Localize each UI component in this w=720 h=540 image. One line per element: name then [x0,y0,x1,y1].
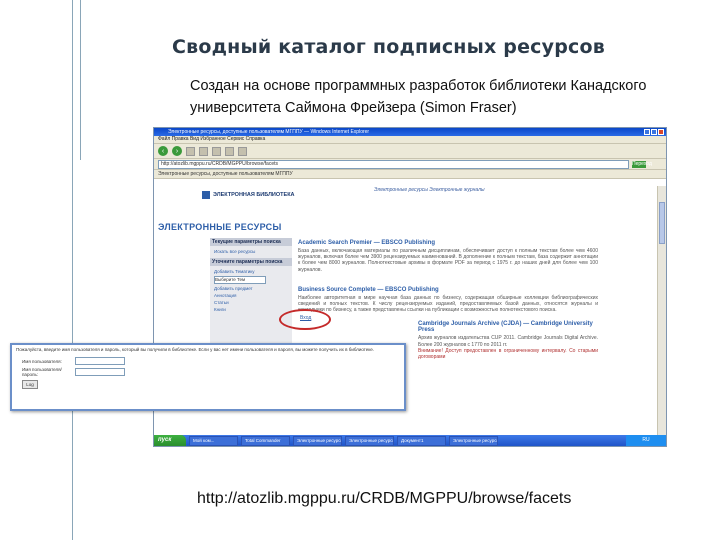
address-bar: http://atozlib.mgppu.ru/CRDB/MGPPU/brows… [154,159,666,170]
go-button[interactable]: Переход [632,160,652,168]
slide-decor-line [80,0,81,160]
slide-title: Сводный каталог подписных ресурсов [172,36,605,58]
resource-title[interactable]: Academic Search Premier — EBSCO Publishi… [298,240,598,246]
slide-decor-line [72,0,73,540]
sidebar-item-articles[interactable]: Статьи [210,299,292,306]
browser-menubar[interactable]: Файл Правка Вид Избранное Сервис Справка [154,136,666,144]
favorites-icon[interactable] [238,146,247,156]
close-icon[interactable] [658,129,664,135]
taskbar-item[interactable]: Total Commander [241,435,290,446]
section-title: ЭЛЕКТРОННЫЕ РЕСУРСЫ [158,222,282,232]
login-button[interactable]: Log [22,380,38,389]
forward-icon[interactable]: › [172,146,182,156]
catalog-url[interactable]: http://atozlib.mgppu.ru/CRDB/MGPPU/brows… [197,490,571,508]
password-label: Имя пользователя/пароль: [22,367,62,377]
login-dialog: Пожалуйста, введите имя пользователя и п… [10,343,406,411]
sidebar-head-refine: Уточните параметры поиска [210,258,292,266]
taskbar-item[interactable]: Документ1 [397,435,446,446]
home-icon[interactable] [212,146,221,156]
username-label: Имя пользователя: [22,358,62,364]
username-input[interactable] [75,357,125,365]
taskbar-item[interactable]: Электронные ресурсы [449,435,498,446]
stop-icon[interactable] [186,146,195,156]
start-button[interactable]: пуск [154,435,186,446]
login-message: Пожалуйста, введите имя пользователя и п… [16,347,375,352]
highlight-circle [279,309,331,330]
sidebar-item-all[interactable]: Искать все ресурсы [210,248,292,255]
resource-title[interactable]: Business Source Complete — EBSCO Publish… [298,287,598,293]
refresh-icon[interactable] [199,146,208,156]
banner-text: ЭЛЕКТРОННАЯ БИБЛИОТЕКА [213,192,295,198]
password-input[interactable] [75,368,125,376]
taskbar-item[interactable]: Электронные ресурсы [293,435,342,446]
library-logo-icon [202,191,210,199]
library-banner: ЭЛЕКТРОННАЯ БИБЛИОТЕКА [202,190,422,200]
slide-subtitle: Создан на основе программных разработок … [190,78,647,116]
address-input[interactable]: http://atozlib.mgppu.ru/CRDB/MGPPU/brows… [158,159,629,169]
browser-toolbar: ‹ › [154,144,666,159]
sidebar-item-abstract[interactable]: Аннотация [210,292,292,299]
minimize-icon[interactable] [644,129,650,135]
taskbar-item[interactable]: Электронные ресурсы [345,435,394,446]
resource-description: База данных, включающая материалы по раз… [298,248,598,273]
password-row: Имя пользователя/пароль: [12,367,404,377]
resource-description: Наиболее авторитетная в мире научная баз… [298,294,598,314]
browser-titlebar: Электронные ресурсы, доступные пользоват… [154,128,666,136]
sidebar-head-current: Текущие параметры поиска [210,238,292,246]
system-tray: RU [626,435,666,446]
maximize-icon[interactable] [651,129,657,135]
sidebar-item-books[interactable]: Книги [210,306,292,313]
window-title: Электронные ресурсы, доступные пользоват… [168,129,370,135]
links-bar[interactable]: Электронные ресурсы, доступные пользоват… [154,170,666,179]
topic-select[interactable]: Выберите Тем [214,276,266,284]
username-row: Имя пользователя: [12,357,404,365]
resource-title[interactable]: Cambridge Journals Archive (CJDA) — Camb… [298,321,598,333]
vertical-scrollbar[interactable] [657,186,666,435]
back-icon[interactable]: ‹ [158,146,168,156]
taskbar-item[interactable]: Мой ком... [189,435,238,446]
search-icon[interactable] [225,146,234,156]
sidebar-item-add-topic[interactable]: Добавить Тематику [210,268,292,275]
windows-taskbar: пуск Мой ком... Total Commander Электрон… [154,435,666,446]
sidebar-item-add-subject[interactable]: Добавить предмет [210,285,292,292]
scrollbar-thumb[interactable] [659,202,665,244]
window-controls [644,129,664,135]
